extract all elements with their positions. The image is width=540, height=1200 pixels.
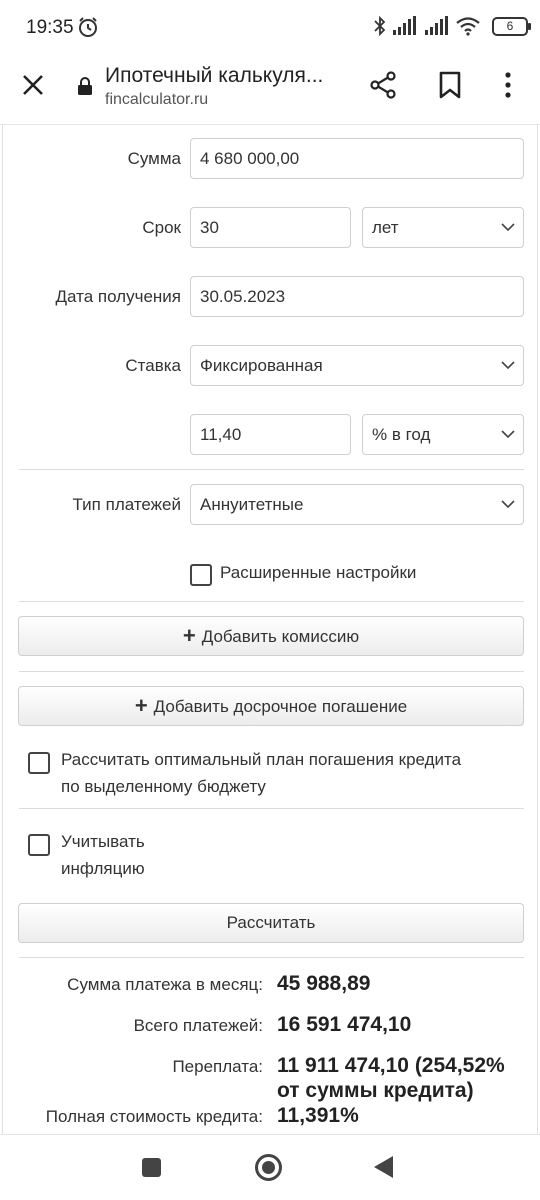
full-cost-label: Полная стоимость кредита: [45, 1107, 263, 1126]
wifi-icon [456, 17, 480, 36]
optimal-plan-line1: Рассчитать оптимальный план погашения кр… [61, 750, 462, 769]
inflation-label[interactable]: Учитывать инфляцию [61, 828, 145, 882]
payment-type-row: Тип платежей Аннуитетные [3, 484, 539, 526]
battery-icon: 6 [492, 16, 531, 36]
term-unit-select[interactable]: лет [362, 207, 524, 248]
inflation-line2: инфляцию [61, 859, 145, 878]
lock-icon [78, 77, 92, 95]
divider [19, 808, 524, 809]
optimal-plan-label[interactable]: Рассчитать оптимальный план погашения кр… [61, 746, 461, 800]
rate-unit-select[interactable]: % в год [362, 414, 524, 455]
rate-unit-value: % в год [372, 425, 431, 444]
page-title: Ипотечный калькуля... [105, 64, 324, 87]
chevron-down-icon [501, 430, 515, 439]
optimal-plan-checkbox[interactable] [28, 752, 50, 774]
rate-row: Ставка Фиксированная [3, 345, 539, 387]
add-prepayment-button[interactable]: + Добавить досрочное погашение [18, 686, 524, 726]
share-icon[interactable] [368, 70, 398, 100]
date-input[interactable]: 30.05.2023 [190, 276, 524, 317]
add-commission-button[interactable]: + Добавить комиссию [18, 616, 524, 656]
page-content: Сумма 4 680 000,00 Срок 30 лет Дата полу… [0, 124, 540, 1134]
overpayment-value-line2: от суммы кредита) [277, 1079, 474, 1102]
payment-type-select[interactable]: Аннуитетные [190, 484, 524, 525]
bluetooth-icon [374, 16, 386, 36]
full-cost-value: 11,391% [277, 1104, 359, 1127]
calculate-button[interactable]: Рассчитать [18, 903, 524, 943]
monthly-payment-value: 45 988,89 [277, 972, 371, 995]
rate-value-row: 11,40 % в год [3, 414, 539, 456]
date-row: Дата получения 30.05.2023 [3, 276, 539, 318]
term-input[interactable]: 30 [190, 207, 351, 248]
chevron-down-icon [501, 361, 515, 370]
status-time: 19:35 [26, 17, 74, 38]
advanced-settings-checkbox[interactable] [190, 564, 212, 586]
close-icon[interactable] [20, 72, 46, 98]
divider [19, 469, 524, 470]
payment-type-label: Тип платежей [72, 495, 181, 514]
recent-apps-icon[interactable] [142, 1158, 161, 1177]
sum-row: Сумма 4 680 000,00 [3, 138, 539, 180]
add-commission-label: Добавить комиссию [201, 627, 360, 646]
advanced-settings-label[interactable]: Расширенные настройки [220, 559, 416, 586]
sum-input[interactable]: 4 680 000,00 [190, 138, 524, 179]
browser-toolbar: Ипотечный калькуля... fincalculator.ru [0, 56, 540, 124]
system-nav-bar [0, 1134, 540, 1200]
optimal-plan-line2: по выделенному бюджету [61, 777, 266, 796]
overpayment-value-line1: 11 911 474,10 (254,52% [277, 1054, 505, 1077]
bookmark-icon[interactable] [437, 70, 463, 100]
plus-icon: + [182, 623, 196, 648]
payment-type-value: Аннуитетные [200, 495, 304, 514]
divider [19, 957, 524, 958]
plus-icon: + [134, 693, 148, 718]
alarm-icon [79, 17, 97, 37]
signal-icon [393, 16, 416, 35]
calculator-panel: Сумма 4 680 000,00 Срок 30 лет Дата полу… [2, 125, 538, 1134]
term-label: Срок [142, 218, 181, 237]
term-row: Срок 30 лет [3, 207, 539, 249]
rate-label: Ставка [125, 356, 181, 375]
total-payments-value: 16 591 474,10 [277, 1013, 412, 1036]
rate-type-value: Фиксированная [200, 356, 323, 375]
chevron-down-icon [501, 500, 515, 509]
rate-type-select[interactable]: Фиксированная [190, 345, 524, 386]
inflation-checkbox[interactable] [28, 834, 50, 856]
term-unit-value: лет [372, 218, 399, 237]
status-bar: 19:35 6 [0, 0, 540, 56]
divider [19, 671, 524, 672]
signal-icon-2 [425, 16, 448, 35]
total-payments-label: Всего платежей: [133, 1016, 263, 1035]
monthly-payment-label: Сумма платежа в месяц: [67, 975, 263, 994]
divider [19, 601, 524, 602]
home-icon[interactable] [255, 1154, 282, 1181]
page-url[interactable]: fincalculator.ru [105, 91, 208, 109]
overpayment-label: Переплата: [172, 1057, 263, 1076]
add-prepayment-label: Добавить досрочное погашение [153, 697, 408, 716]
rate-input[interactable]: 11,40 [190, 414, 351, 455]
more-icon[interactable] [498, 70, 518, 100]
chevron-down-icon [501, 223, 515, 232]
inflation-line1: Учитывать [61, 832, 145, 851]
sum-label: Сумма [127, 149, 181, 168]
back-icon[interactable] [374, 1156, 393, 1178]
date-label: Дата получения [55, 287, 181, 306]
